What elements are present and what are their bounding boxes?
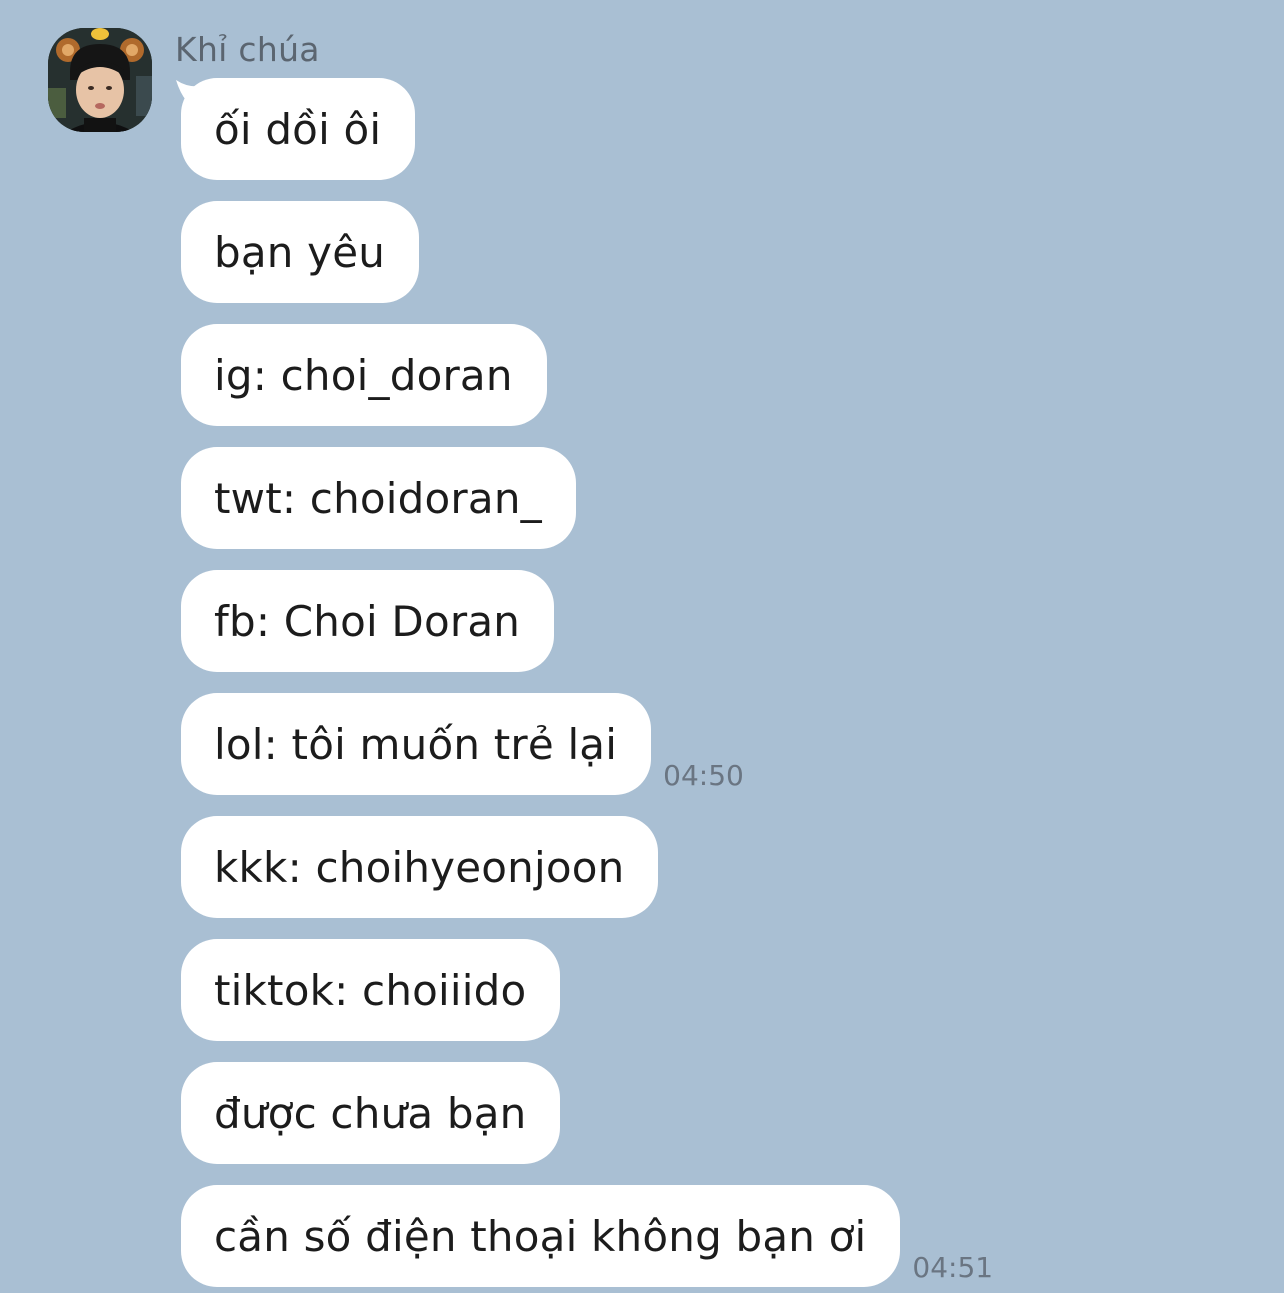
message-row: fb: Choi Doran [181,570,555,672]
sender-name: Khỉ chúa [175,30,320,69]
message-row: lol: tôi muốn trẻ lại 04:50 [181,693,744,795]
message-bubble[interactable]: lol: tôi muốn trẻ lại [181,693,652,795]
message-bubble[interactable]: được chưa bạn [181,1062,561,1164]
message-bubble[interactable]: ig: choi_doran [181,324,547,426]
message-row: được chưa bạn [181,1062,561,1164]
message-row: kkk: choihyeonjoon [181,816,659,918]
message-bubble[interactable]: fb: Choi Doran [181,570,555,672]
message-row: twt: choidoran_ [181,447,576,549]
message-bubble[interactable]: twt: choidoran_ [181,447,576,549]
message-bubble[interactable]: bạn yêu [181,201,420,303]
message-timestamp: 04:50 [663,759,744,792]
message-row: bạn yêu [181,201,420,303]
message-row: cần số điện thoại không bạn ơi 04:51 [181,1185,993,1287]
chat-view: Khỉ chúa ối dồi ôi bạn yêu ig: choi_dora… [0,0,1284,1293]
sender-avatar[interactable] [48,28,152,132]
message-bubble[interactable]: tiktok: choiiido [181,939,561,1041]
message-bubble[interactable]: cần số điện thoại không bạn ơi [181,1185,901,1287]
message-bubble[interactable]: ối dồi ôi [181,78,416,180]
avatar-photo-icon [48,28,152,132]
message-row: tiktok: choiiido [181,939,561,1041]
message-row: ối dồi ôi [181,78,416,180]
message-bubble[interactable]: kkk: choihyeonjoon [181,816,659,918]
message-row: ig: choi_doran [181,324,547,426]
message-timestamp: 04:51 [912,1251,994,1284]
